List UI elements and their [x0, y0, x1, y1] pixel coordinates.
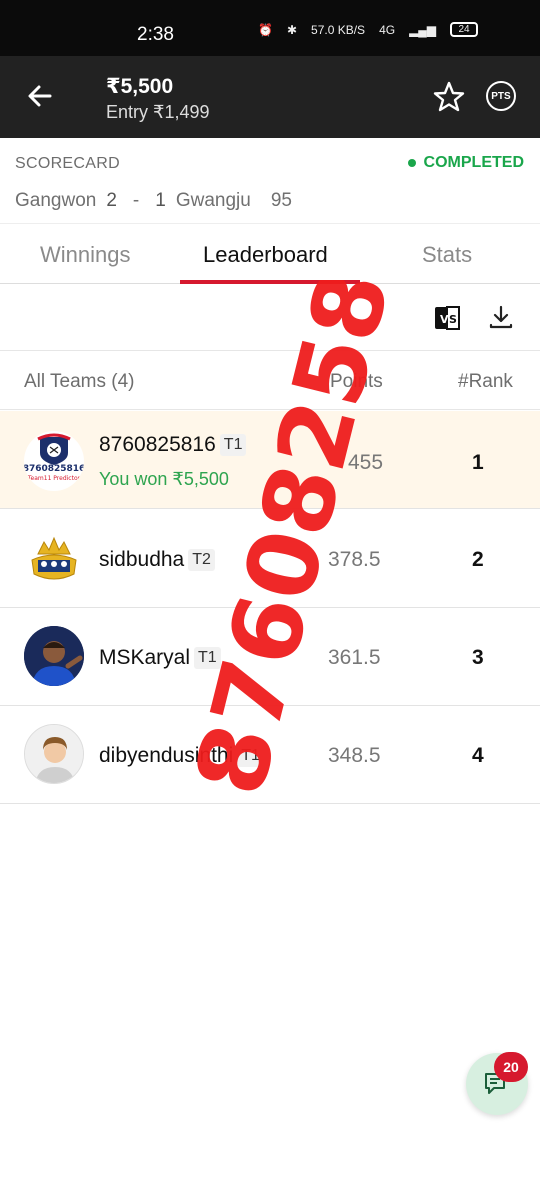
- match-status: COMPLETED: [407, 154, 524, 172]
- avatar-subtitle: Team11 Predictor: [27, 475, 81, 482]
- prize-amount: ₹5,500: [106, 75, 174, 98]
- team-a-score: 2: [106, 190, 117, 211]
- status-time: 2:38: [137, 24, 174, 45]
- battery-icon: 24: [450, 22, 479, 37]
- winnings-text: You won ₹5,500: [99, 469, 229, 489]
- network-type: 4G: [379, 22, 396, 37]
- star-icon[interactable]: [432, 80, 466, 114]
- chat-count-badge: 20: [494, 1052, 528, 1082]
- back-arrow-icon[interactable]: [22, 78, 58, 114]
- leaderboard-row[interactable]: sidbudha T2 378.5 2: [0, 510, 540, 608]
- compare-vs-icon[interactable]: VS: [434, 306, 460, 330]
- avatar: [24, 626, 84, 686]
- team-points: 348.5: [328, 744, 381, 767]
- team-rank: 1: [472, 451, 484, 474]
- pts-button[interactable]: PTS: [486, 81, 516, 111]
- team-rank: 3: [472, 646, 484, 669]
- tab-leaderboard[interactable]: Leaderboard: [203, 242, 328, 268]
- team-rank: 4: [472, 744, 484, 767]
- team-name: MSKaryal: [99, 646, 191, 669]
- team-a-name: Gangwon: [15, 190, 97, 211]
- tab-stats[interactable]: Stats: [422, 242, 472, 268]
- status-text: COMPLETED: [423, 154, 524, 171]
- team-b-score: 1: [155, 190, 166, 211]
- team-points: 378.5: [328, 548, 381, 571]
- avatar: [24, 530, 84, 590]
- alarm-icon: ⏰: [258, 22, 273, 37]
- points-column-header: Points: [330, 371, 383, 392]
- status-dot-icon: [407, 159, 416, 167]
- tab-winnings[interactable]: Winnings: [40, 242, 130, 268]
- team-name-row: sidbudha T2: [99, 548, 215, 572]
- team-name: dibyendusinthi: [99, 744, 234, 767]
- team-tag: T1: [194, 647, 221, 669]
- leaderboard-toolbar: VS: [0, 285, 540, 351]
- net-speed: 57.0 KB/S: [311, 22, 366, 37]
- svg-text:V: V: [440, 313, 449, 326]
- team-tag: T1: [237, 745, 264, 767]
- signal-icon: ▂▄▆: [409, 22, 437, 37]
- team-name-row: 8760825816 T1: [99, 433, 247, 457]
- active-tab-indicator: [180, 280, 360, 284]
- team-name-row: dibyendusinthi T1: [99, 744, 264, 768]
- leaderboard-row[interactable]: 8760825816 Team11 Predictor 8760825816 T…: [0, 411, 540, 509]
- avatar-number: 8760825816: [24, 464, 84, 474]
- avatar: 8760825816 Team11 Predictor: [24, 431, 84, 491]
- leaderboard-row[interactable]: dibyendusinthi T1 348.5 4: [0, 706, 540, 804]
- status-bar: 2:38 ⏰ ✱ 57.0 KB/S 4G ▂▄▆ 24: [0, 0, 540, 56]
- leaderboard-header: All Teams (4) Points #Rank: [0, 352, 540, 410]
- status-icons: ⏰ ✱ 57.0 KB/S 4G ▂▄▆ 24: [258, 22, 479, 37]
- team-points: 361.5: [328, 646, 381, 669]
- all-teams-label: All Teams (4): [24, 371, 135, 392]
- team-name-row: MSKaryal T1: [99, 646, 221, 670]
- entry-fee: Entry ₹1,499: [106, 102, 210, 122]
- match-minute: 95: [270, 190, 292, 211]
- score-separator: -: [132, 190, 140, 211]
- team-name: 8760825816: [99, 433, 216, 456]
- scorecard: SCORECARD COMPLETED Gangwon 2 - 1 Gwangj…: [0, 138, 540, 224]
- scorecard-label: SCORECARD: [15, 155, 120, 172]
- leaderboard-row[interactable]: MSKaryal T1 361.5 3: [0, 608, 540, 706]
- team-points: 455: [348, 451, 384, 474]
- team-name: sidbudha: [99, 548, 185, 571]
- download-icon[interactable]: [488, 304, 514, 330]
- bluetooth-icon: ✱: [286, 22, 298, 37]
- team-b-name: Gwangju: [175, 190, 251, 211]
- team-rank: 2: [472, 548, 484, 571]
- score-line: Gangwon 2 - 1 Gwangju 95: [15, 190, 292, 212]
- app-header: ₹5,500 Entry ₹1,499 PTS: [0, 56, 540, 138]
- avatar: [24, 724, 84, 784]
- svg-text:S: S: [449, 313, 457, 326]
- team-tag: T2: [188, 549, 215, 571]
- tab-bar: Winnings Leaderboard Stats: [0, 224, 540, 284]
- team-tag: T1: [219, 434, 247, 456]
- rank-column-header: #Rank: [458, 371, 513, 392]
